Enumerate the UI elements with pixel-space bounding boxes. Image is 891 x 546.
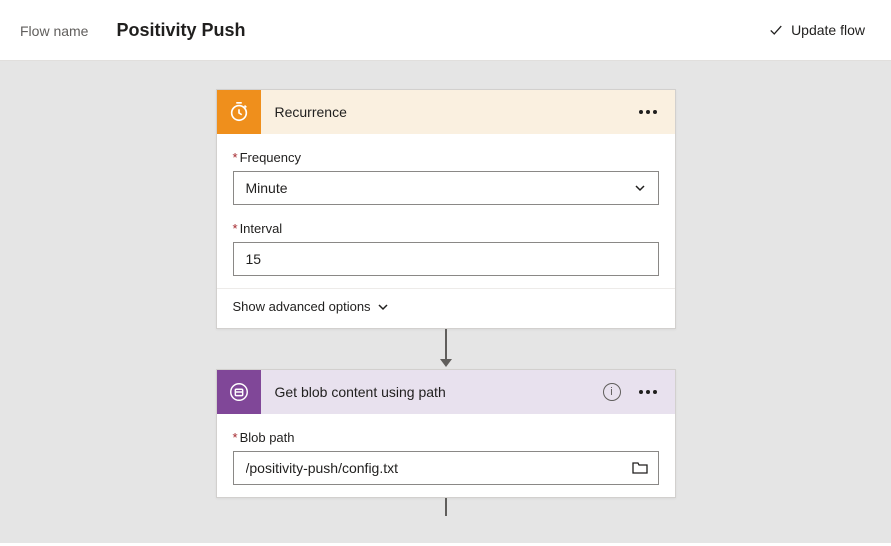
show-advanced-label: Show advanced options <box>233 299 371 314</box>
flow-title: Positivity Push <box>116 20 245 41</box>
recurrence-card-header[interactable]: Recurrence <box>217 90 675 134</box>
flow-canvas: Recurrence *Frequency Minute *Interval <box>0 61 891 543</box>
blob-path-input[interactable] <box>246 460 632 476</box>
blob-card-body: *Blob path <box>217 414 675 497</box>
frequency-field: *Frequency Minute <box>233 150 659 205</box>
interval-label: *Interval <box>233 221 659 236</box>
recurrence-icon-box <box>217 90 261 134</box>
interval-field: *Interval <box>233 221 659 276</box>
info-icon[interactable]: i <box>603 383 621 401</box>
flow-connector-arrow <box>436 329 456 369</box>
blob-card: Get blob content using path i *Blob path <box>216 369 676 498</box>
blob-card-header[interactable]: Get blob content using path i <box>217 370 675 414</box>
recurrence-card-title: Recurrence <box>261 104 635 120</box>
frequency-value: Minute <box>246 180 634 196</box>
blob-card-title: Get blob content using path <box>261 384 603 400</box>
clock-icon <box>228 101 250 123</box>
more-menu-button[interactable] <box>635 106 661 118</box>
header-left: Flow name Positivity Push <box>20 20 246 41</box>
frequency-select[interactable]: Minute <box>233 171 659 205</box>
recurrence-card-actions <box>635 106 675 118</box>
blob-card-actions: i <box>603 383 675 401</box>
update-flow-button[interactable]: Update flow <box>763 18 871 42</box>
frequency-label: *Frequency <box>233 150 659 165</box>
chevron-down-icon <box>377 301 389 313</box>
update-flow-label: Update flow <box>791 22 865 38</box>
flow-name-label: Flow name <box>20 23 88 39</box>
more-menu-button[interactable] <box>635 386 661 398</box>
chevron-down-icon <box>634 182 646 194</box>
blob-icon-box <box>217 370 261 414</box>
show-advanced-options-button[interactable]: Show advanced options <box>217 288 675 328</box>
checkmark-icon <box>769 23 783 37</box>
folder-picker-icon[interactable] <box>632 461 648 475</box>
blob-path-field: *Blob path <box>233 430 659 485</box>
recurrence-card: Recurrence *Frequency Minute *Interval <box>216 89 676 329</box>
interval-input[interactable] <box>233 242 659 276</box>
blob-path-input-wrap <box>233 451 659 485</box>
recurrence-card-body: *Frequency Minute *Interval <box>217 134 675 288</box>
flow-connector-arrow <box>436 498 456 516</box>
page-header: Flow name Positivity Push Update flow <box>0 0 891 61</box>
blob-path-label: *Blob path <box>233 430 659 445</box>
blob-icon <box>228 381 250 403</box>
